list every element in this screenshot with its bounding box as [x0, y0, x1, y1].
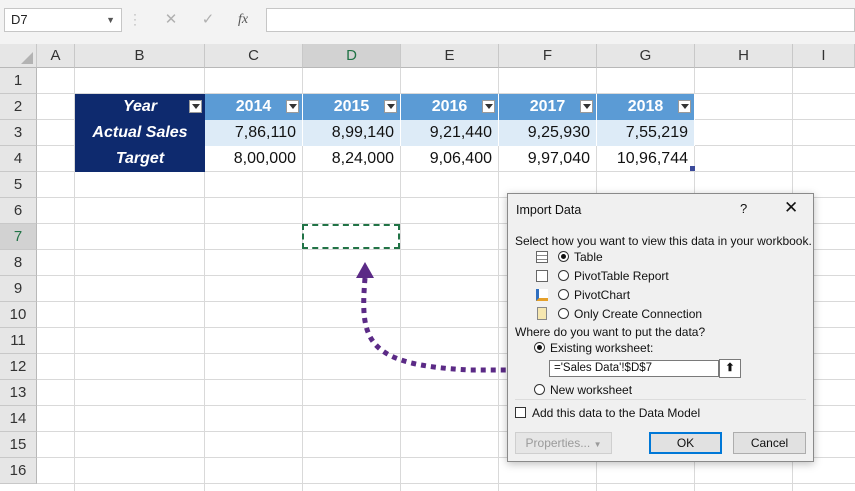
- connection-option-label[interactable]: Only Create Connection: [574, 307, 702, 321]
- pivotchart-option-label[interactable]: PivotChart: [574, 288, 630, 302]
- put-prompt-label: Where do you want to put the data?: [515, 325, 706, 339]
- close-icon[interactable]: ✕: [784, 198, 798, 218]
- collapse-dialog-icon[interactable]: ⬆: [719, 359, 741, 378]
- pivottable-icon: [536, 270, 548, 282]
- properties-button[interactable]: Properties... ▼: [515, 432, 612, 454]
- data-model-checkbox[interactable]: [515, 407, 526, 418]
- pivotchart-icon: [536, 289, 548, 301]
- pivotchart-radio[interactable]: [558, 289, 569, 300]
- dialog-title: Import Data: [516, 203, 582, 217]
- existing-worksheet-label[interactable]: Existing worksheet:: [550, 341, 653, 355]
- new-worksheet-radio[interactable]: [534, 384, 545, 395]
- properties-button-label: Properties...: [525, 436, 591, 450]
- table-option-label[interactable]: Table: [574, 250, 603, 264]
- pivottable-radio[interactable]: [558, 270, 569, 281]
- pivottable-option-label[interactable]: PivotTable Report: [574, 269, 669, 283]
- new-worksheet-label[interactable]: New worksheet: [550, 383, 632, 397]
- ok-button[interactable]: OK: [649, 432, 722, 454]
- connection-icon: [537, 307, 547, 320]
- cancel-button[interactable]: Cancel: [733, 432, 806, 454]
- existing-worksheet-radio[interactable]: [534, 342, 545, 353]
- import-data-dialog: Import Data ? ✕ Select how you want to v…: [507, 193, 814, 462]
- help-button[interactable]: ?: [740, 201, 747, 216]
- connection-radio[interactable]: [558, 308, 569, 319]
- data-model-label[interactable]: Add this data to the Data Model: [532, 406, 700, 420]
- location-input[interactable]: ='Sales Data'!$D$7: [549, 360, 719, 377]
- table-icon: [536, 251, 548, 263]
- view-prompt-label: Select how you want to view this data in…: [515, 234, 812, 248]
- chevron-down-icon: ▼: [593, 440, 602, 449]
- divider: [515, 399, 806, 400]
- table-radio[interactable]: [558, 251, 569, 262]
